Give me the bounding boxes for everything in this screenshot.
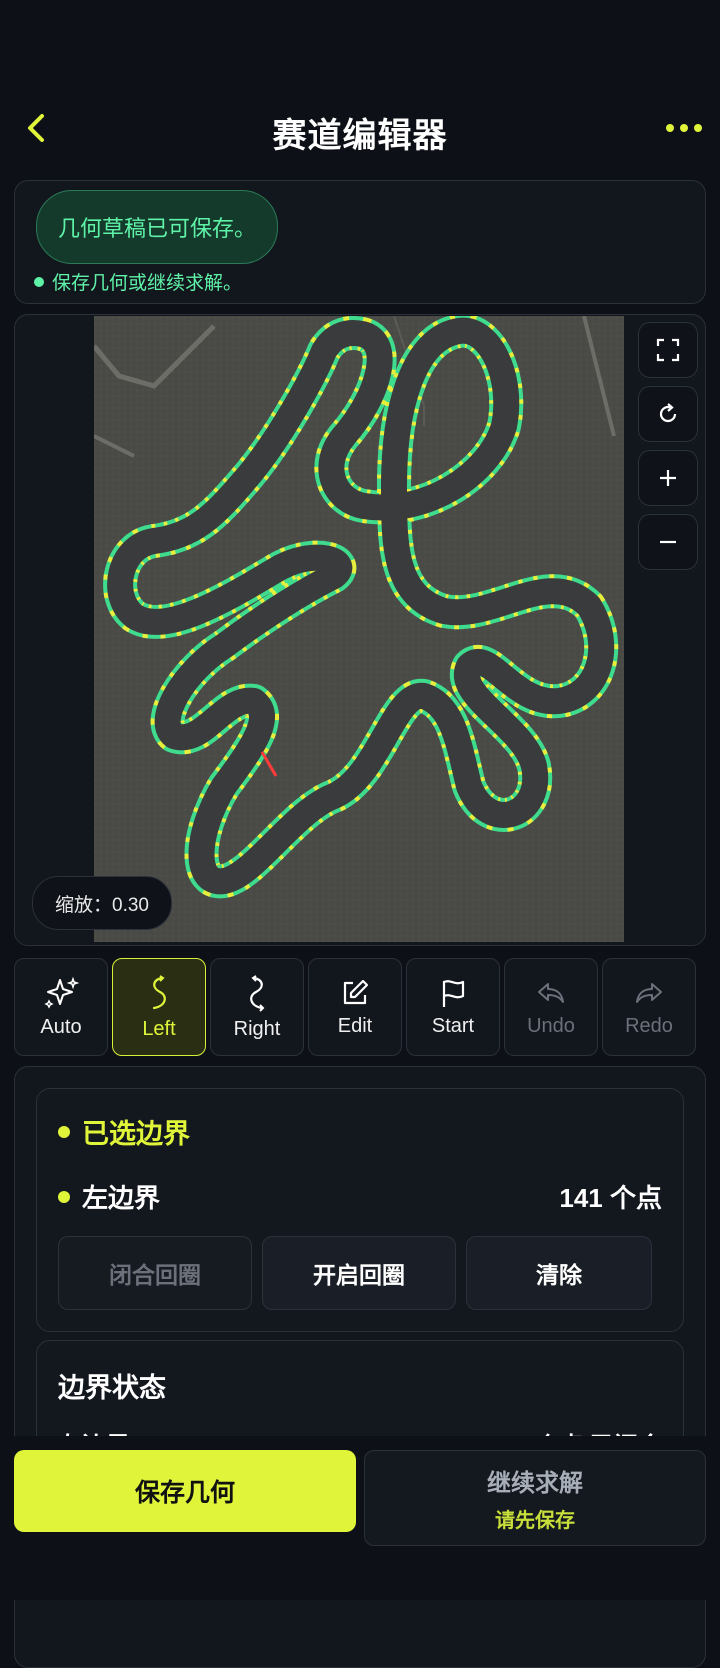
tool-undo-label: Undo bbox=[527, 1014, 575, 1037]
sparkles-icon bbox=[44, 976, 80, 1009]
status-dot-icon bbox=[58, 1125, 70, 1138]
reset-view-button[interactable] bbox=[638, 386, 698, 442]
status-dot-icon bbox=[58, 1190, 70, 1203]
boundary-status-title: 边界状态 bbox=[58, 1373, 166, 1403]
tool-auto[interactable]: Auto bbox=[14, 958, 108, 1056]
zoom-in-button[interactable] bbox=[638, 450, 698, 506]
selected-boundary-title: 已选边界 bbox=[58, 1112, 190, 1151]
tool-redo-label: Redo bbox=[625, 1014, 673, 1037]
draft-hint-text: 保存几何或继续求解。 bbox=[52, 273, 243, 294]
edit-icon bbox=[343, 979, 369, 1004]
tool-edit[interactable]: Edit bbox=[308, 958, 402, 1056]
status-dot-icon bbox=[34, 276, 44, 287]
left-boundary-label: 左边界 bbox=[82, 1183, 161, 1213]
fullscreen-button[interactable] bbox=[638, 322, 698, 378]
tool-start[interactable]: Start bbox=[406, 958, 500, 1056]
zoom-indicator: 缩放：0.30 bbox=[32, 876, 172, 930]
tool-edit-label: Edit bbox=[337, 1014, 373, 1037]
tool-right-label: Right bbox=[233, 1017, 281, 1040]
zoom-out-icon bbox=[660, 540, 676, 544]
point-count: 141 个点 bbox=[559, 1183, 662, 1213]
tool-undo[interactable]: Undo bbox=[504, 958, 598, 1056]
continue-solve-label: 继续求解 bbox=[487, 1470, 583, 1497]
draft-status-pill: 几何草稿已可保存。 bbox=[36, 190, 278, 264]
track-map[interactable] bbox=[94, 316, 624, 942]
draft-hint: 保存几何或继续求解。 bbox=[34, 268, 242, 295]
more-dots-icon[interactable] bbox=[666, 124, 706, 136]
tool-auto-label: Auto bbox=[40, 1015, 82, 1038]
right-curve-icon bbox=[250, 974, 265, 1012]
undo-icon bbox=[538, 982, 564, 1003]
left-curve-icon bbox=[152, 974, 166, 1009]
open-loop-button[interactable]: 开启回圈 bbox=[262, 1236, 456, 1310]
save-geometry-button[interactable]: 保存几何 bbox=[14, 1450, 356, 1532]
flag-icon bbox=[442, 979, 465, 1007]
tool-start-label: Start bbox=[431, 1014, 475, 1037]
continue-solve-button[interactable]: 继续求解 请先保存 bbox=[364, 1450, 706, 1546]
close-loop-button[interactable]: 闭合回圈 bbox=[58, 1236, 252, 1310]
tool-left-label: Left bbox=[142, 1017, 176, 1040]
redo-icon bbox=[636, 982, 662, 1003]
clear-button[interactable]: 清除 bbox=[466, 1236, 652, 1310]
fullscreen-icon bbox=[656, 338, 680, 362]
page-title: 赛道编辑器 bbox=[272, 117, 448, 155]
tool-left[interactable]: Left bbox=[112, 958, 206, 1056]
zoom-out-button[interactable] bbox=[638, 514, 698, 570]
selected-boundary-title-text: 已选边界 bbox=[82, 1119, 190, 1149]
continue-solve-sublabel: 请先保存 bbox=[495, 1510, 575, 1532]
left-boundary-row: 左边界 141 个点 bbox=[58, 1178, 662, 1215]
zoom-in-icon bbox=[660, 470, 676, 486]
reset-icon bbox=[659, 403, 677, 423]
tool-redo[interactable]: Redo bbox=[602, 958, 696, 1056]
tool-right[interactable]: Right bbox=[210, 958, 304, 1056]
